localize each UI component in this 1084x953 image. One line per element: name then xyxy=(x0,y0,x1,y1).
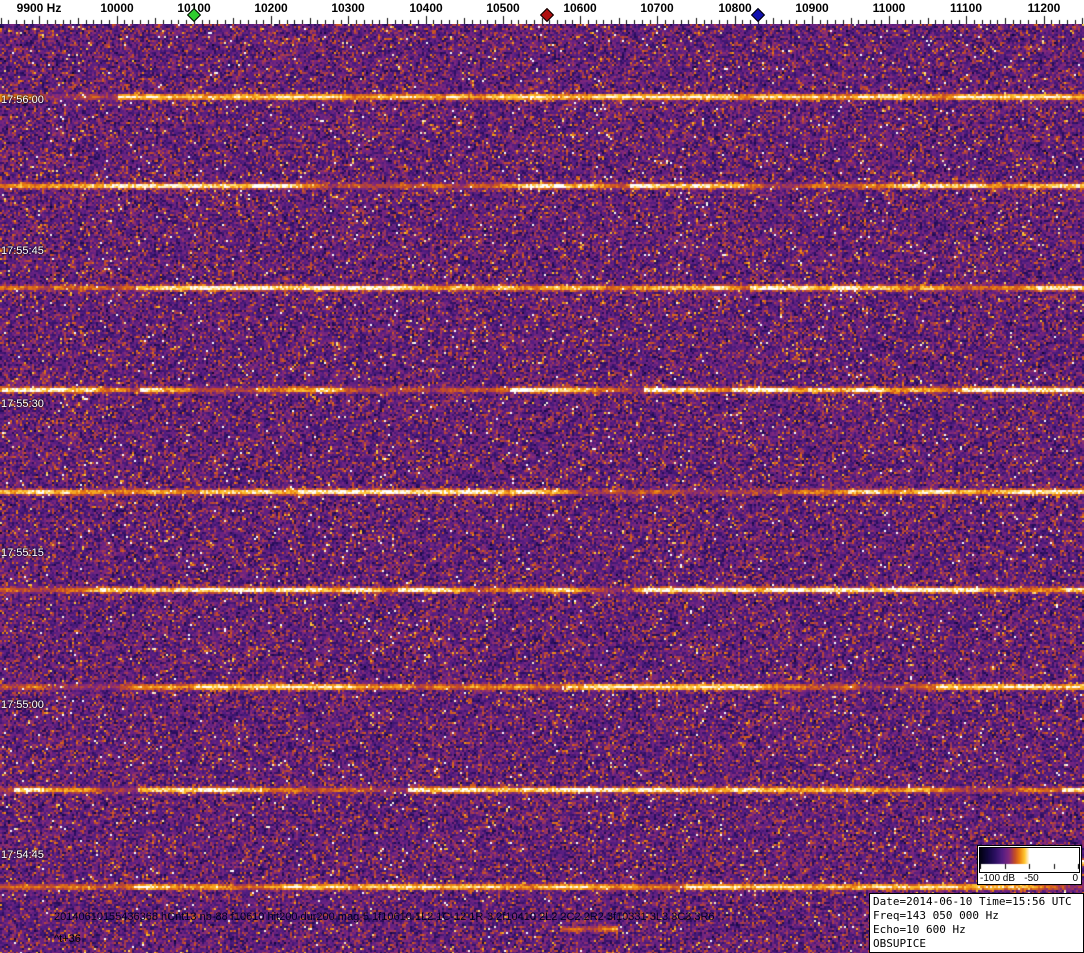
freq-axis-label-11000: 11000 xyxy=(872,1,906,15)
time-axis-label-4: 17:55:00 xyxy=(1,699,44,711)
freq-axis-label-10600: 10600 xyxy=(563,1,597,15)
freq-axis-label-10200: 10200 xyxy=(254,1,288,15)
cursor-position-text: ^t+36 xyxy=(54,933,81,945)
freq-axis-label-10900: 10900 xyxy=(795,1,829,15)
freq-axis-label-10500: 10500 xyxy=(486,1,520,15)
freq-axis-label-9900: 9900 Hz xyxy=(16,1,62,15)
db-scale-min-label: -100 dB xyxy=(980,873,1016,884)
waterfall-area: 17:56:00 17:55:45 17:55:30 17:55:15 17:55:00… xyxy=(0,24,1084,953)
meteor-spectrogram-window: 9900 Hz100001010010200103001040010500106… xyxy=(0,0,1084,953)
freq-axis-label-10400: 10400 xyxy=(409,1,443,15)
freq-axis-label-10700: 10700 xyxy=(640,1,674,15)
time-axis-label-2: 17:55:30 xyxy=(1,398,44,410)
time-axis-label-5: 17:54:45 xyxy=(1,849,44,861)
freq-axis-label-11200: 11200 xyxy=(1027,1,1061,15)
db-color-scale: -100 dB -50 0 xyxy=(977,845,1082,885)
detection-info-text: 20140610155436368 hCnt13 nb-88 f10610 hi… xyxy=(54,911,715,923)
time-axis-label-3: 17:55:15 xyxy=(1,547,44,559)
time-axis-label-1: 17:55:45 xyxy=(1,245,44,257)
info-date-time: Date=2014-06-10 Time=15:56 UTC xyxy=(873,895,1072,908)
db-gradient-bar xyxy=(979,847,1080,873)
spectrogram-canvas[interactable] xyxy=(0,24,1084,953)
db-scale-max-label: 0 xyxy=(1072,873,1078,884)
db-scale-mid-label: -50 xyxy=(1024,873,1039,884)
info-frequency: Freq=143 050 000 Hz xyxy=(873,909,999,922)
frequency-axis: 9900 Hz100001010010200103001040010500106… xyxy=(0,0,1084,24)
db-scale-labels: -100 dB -50 0 xyxy=(980,873,1079,884)
observation-info-box: Date=2014-06-10 Time=15:56 UTC Freq=143 … xyxy=(869,893,1084,953)
info-echo-frequency: Echo=10 600 Hz xyxy=(873,923,966,936)
freq-axis-label-10800: 10800 xyxy=(718,1,752,15)
freq-axis-label-10300: 10300 xyxy=(331,1,365,15)
freq-axis-label-10000: 10000 xyxy=(100,1,134,15)
freq-axis-label-11100: 11100 xyxy=(949,1,983,15)
info-station-name: OBSUPICE xyxy=(873,937,926,950)
time-axis-label-0: 17:56:00 xyxy=(1,94,44,106)
